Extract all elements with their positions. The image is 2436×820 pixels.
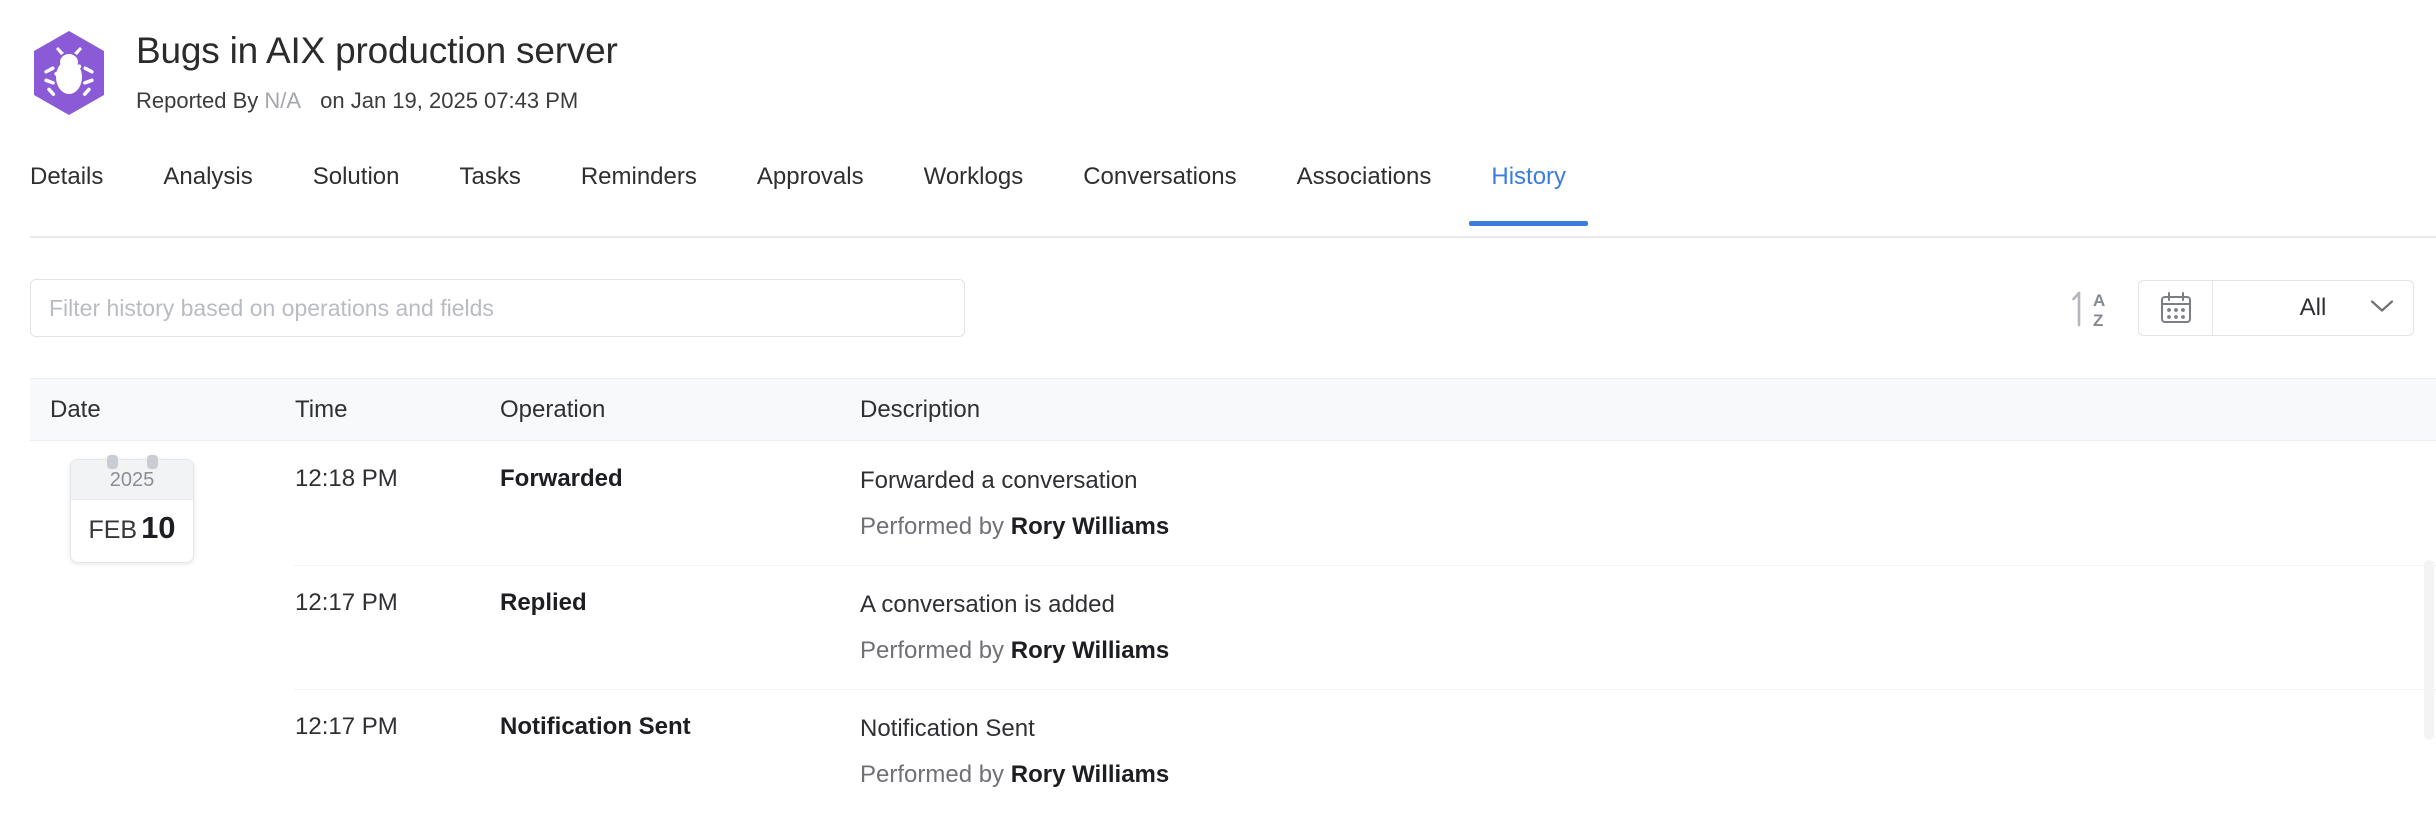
tab-solution[interactable]: Solution: [313, 154, 400, 226]
date-badge-day: 10: [141, 510, 175, 546]
cell-operation: Notification Sent: [500, 707, 860, 741]
reported-by-value: N/A: [264, 88, 299, 113]
column-header-operation: Operation: [500, 396, 860, 424]
performed-by-name: Rory Williams: [1011, 761, 1170, 788]
sort-alpha-ascending-icon[interactable]: A Z: [2066, 283, 2118, 333]
tab-history[interactable]: History: [1491, 154, 1566, 226]
tab-worklogs[interactable]: Worklogs: [924, 154, 1024, 226]
ticket-header: Bugs in AIX production server Reported B…: [0, 0, 2436, 148]
description-text: Notification Sent: [860, 713, 2436, 745]
tab-reminders[interactable]: Reminders: [581, 154, 697, 226]
date-badge-rings: [70, 455, 194, 469]
cell-description: Notification Sent Performed by Rory Willi…: [860, 707, 2436, 791]
tab-approvals[interactable]: Approvals: [757, 154, 864, 226]
reported-by-label: Reported By: [136, 88, 258, 113]
performed-by-name: Rory Williams: [1011, 637, 1170, 664]
history-toolbar: A Z All: [0, 238, 2436, 378]
bug-hexagon-icon: [30, 30, 108, 116]
tab-bar: Details Analysis Solution Tasks Reminders App…: [0, 154, 2436, 238]
tab-conversations[interactable]: Conversations: [1083, 154, 1236, 226]
history-table: Date Time Operation Description 2025FEB1…: [30, 378, 2436, 813]
table-row: 2025FEB10 12:18 PMForwardedForwarded a co…: [30, 441, 2436, 565]
cell-operation: Forwarded: [500, 459, 860, 493]
cell-description: Forwarded a conversation Performed by Ror…: [860, 459, 2436, 543]
range-select[interactable]: All: [2213, 281, 2413, 335]
tab-bar-divider: [30, 236, 2436, 238]
cell-time: 12:18 PM: [295, 459, 500, 493]
description-text: Forwarded a conversation: [860, 465, 2436, 497]
tab-tasks[interactable]: Tasks: [459, 154, 520, 226]
cell-time: 12:17 PM: [295, 583, 500, 617]
performed-by-line: Performed by Rory Williams: [860, 759, 2436, 791]
reported-on-date: on Jan 19, 2025 07:43 PM: [320, 88, 578, 113]
cell-description: A conversation is added Performed by Rory…: [860, 583, 2436, 667]
page-title: Bugs in AIX production server: [136, 28, 618, 74]
column-header-description: Description: [860, 396, 2436, 424]
svg-text:A: A: [2093, 291, 2105, 310]
tab-associations[interactable]: Associations: [1297, 154, 1432, 226]
column-header-date: Date: [30, 396, 295, 424]
table-row: 12:17 PMRepliedA conversation is added Pe…: [30, 565, 2436, 689]
tab-details[interactable]: Details: [30, 154, 103, 226]
calendar-icon: [2157, 289, 2195, 327]
history-page: Bugs in AIX production server Reported B…: [0, 0, 2436, 820]
filter-history-input[interactable]: [30, 279, 965, 337]
table-row: 12:17 PMNotification SentNotification Se…: [30, 689, 2436, 813]
table-header-row: Date Time Operation Description: [30, 379, 2436, 441]
performed-by-line: Performed by Rory Williams: [860, 511, 2436, 543]
performed-by-line: Performed by Rory Williams: [860, 635, 2436, 667]
header-text-block: Bugs in AIX production server Reported B…: [136, 26, 618, 115]
performed-by-label: Performed by: [860, 513, 1004, 540]
cell-time: 12:17 PM: [295, 707, 500, 741]
vertical-scrollbar[interactable]: [2424, 560, 2434, 740]
cell-operation: Replied: [500, 583, 860, 617]
ticket-meta: Reported By N/A on Jan 19, 2025 07:43 PM: [136, 87, 618, 115]
toolbar-controls: A Z All: [2066, 280, 2436, 336]
date-range-control: All: [2138, 280, 2414, 336]
column-header-time: Time: [295, 396, 500, 424]
date-badge: 2025FEB10: [70, 459, 194, 563]
calendar-icon-button[interactable]: [2139, 281, 2213, 335]
chevron-down-icon: [2369, 298, 2395, 319]
date-badge-month: FEB: [88, 516, 137, 545]
svg-text:Z: Z: [2093, 311, 2103, 330]
performed-by-name: Rory Williams: [1011, 513, 1170, 540]
performed-by-label: Performed by: [860, 761, 1004, 788]
performed-by-label: Performed by: [860, 637, 1004, 664]
description-text: A conversation is added: [860, 589, 2436, 621]
cell-date: 2025FEB10: [30, 459, 295, 563]
range-select-value: All: [2300, 294, 2327, 322]
tab-analysis[interactable]: Analysis: [163, 154, 252, 226]
